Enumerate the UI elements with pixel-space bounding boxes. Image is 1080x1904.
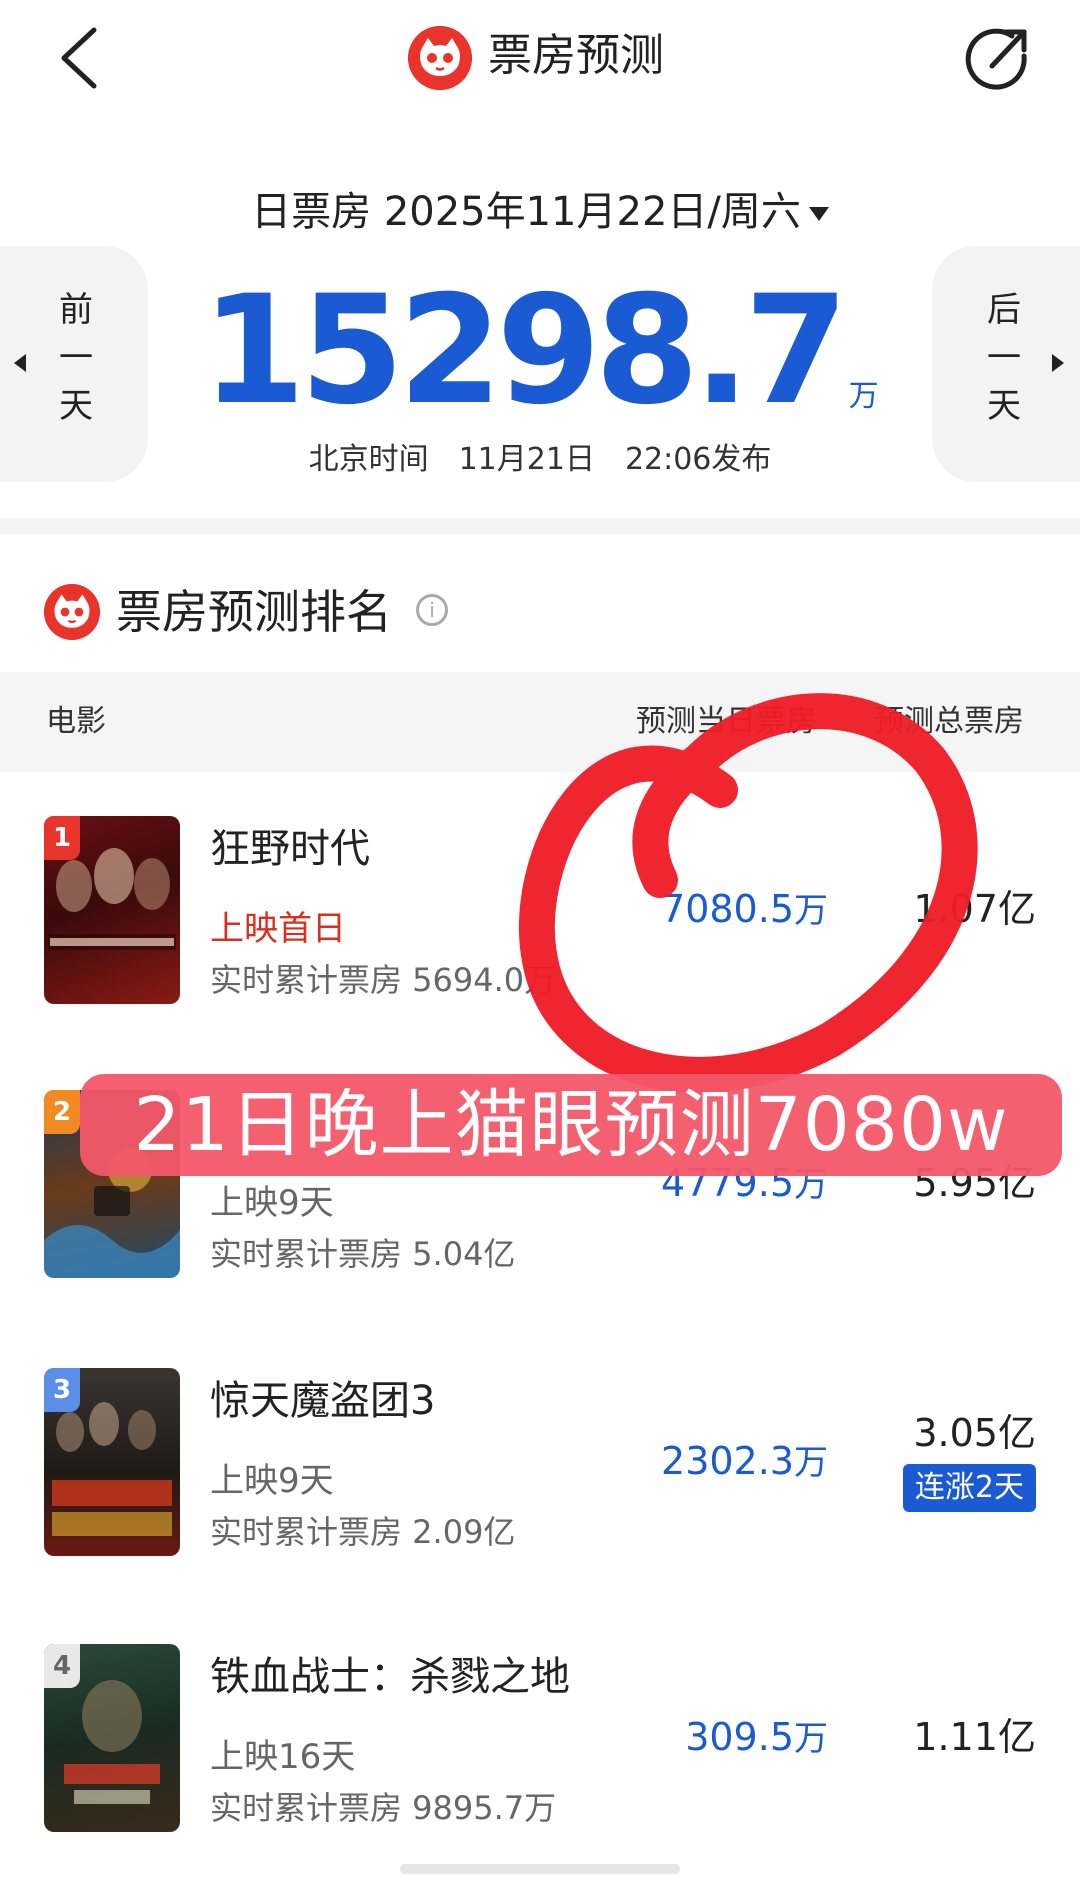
trend-tag: 连涨2天 <box>902 1464 1036 1512</box>
movie-title: 铁血战士：杀戮之地 <box>210 1654 570 1700</box>
movie-title: 惊天魔盗团3 <box>210 1378 436 1424</box>
predicted-box-office: 15298.7 万 <box>0 266 1080 436</box>
annotation-banner: 21日晚上猫眼预测7080w <box>80 1074 1062 1176</box>
table-header: 电影 预测当日票房 预测总票房 <box>0 672 1080 772</box>
rank-badge: 1 <box>44 816 80 860</box>
section-divider <box>0 518 1080 534</box>
predicted-day-box-office: 2302.3万 <box>661 1436 828 1488</box>
movie-row[interactable]: 1 狂野时代 上映首日 实时累计票房 5694.0万 7080.5万 1.07亿 <box>0 816 1080 1076</box>
home-indicator <box>400 1864 680 1874</box>
movie-poster: 3 <box>44 1368 180 1556</box>
predicted-total-box-office: 1.11亿 <box>913 1715 1036 1759</box>
ranking-title: 票房预测排名 <box>116 585 392 639</box>
rank-badge: 2 <box>44 1090 80 1134</box>
cumulative-box-office: 实时累计票房 9895.7万 <box>210 1789 557 1827</box>
release-status: 上映首日 <box>210 909 346 949</box>
predicted-day-unit: 万 <box>794 1719 828 1759</box>
predicted-total-box-office: 3.05亿 <box>913 1411 1036 1455</box>
release-status: 上映9天 <box>210 1183 334 1223</box>
predicted-day-unit: 万 <box>794 1443 828 1483</box>
back-icon[interactable] <box>50 22 110 94</box>
predicted-day-box-office: 309.5万 <box>685 1712 828 1764</box>
page-title: 票房预测 <box>488 30 664 81</box>
predicted-total-box-office: 1.07亿 <box>913 887 1036 931</box>
caret-down-icon <box>808 207 829 221</box>
maoyan-logo-icon <box>44 584 100 640</box>
release-status: 上映16天 <box>210 1737 356 1777</box>
predicted-day-unit: 万 <box>794 891 828 931</box>
info-icon[interactable]: i <box>416 594 448 626</box>
cumulative-box-office: 实时累计票房 2.09亿 <box>210 1513 516 1551</box>
maoyan-logo-icon <box>408 26 472 90</box>
movie-poster: 4 <box>44 1644 180 1832</box>
predicted-day-box-office: 7080.5万 <box>661 884 828 936</box>
movie-title: 狂野时代 <box>210 826 370 872</box>
movie-row[interactable]: 3 惊天魔盗团3 上映9天 实时累计票房 2.09亿 2302.3万 3.05亿… <box>0 1368 1080 1628</box>
column-predicted-day: 预测当日票房 <box>636 704 816 739</box>
cumulative-box-office: 实时累计票房 5694.0万 <box>210 961 557 999</box>
box-office-unit: 万 <box>848 379 879 414</box>
release-status: 上映9天 <box>210 1461 334 1501</box>
predicted-day-value: 7080.5 <box>661 887 794 931</box>
predicted-day-value: 2302.3 <box>661 1439 794 1483</box>
publish-time: 北京时间 11月21日 22:06发布 <box>308 442 772 477</box>
share-icon[interactable] <box>962 22 1034 94</box>
daily-box-office-label: 日票房 <box>251 189 372 235</box>
column-movie: 电影 <box>46 704 106 739</box>
date-selector[interactable]: 日票房 2025年11月22日/周六 <box>0 186 1080 238</box>
movie-poster: 1 <box>44 816 180 1004</box>
selected-date: 2025年11月22日/周六 <box>383 189 801 235</box>
cumulative-box-office: 实时累计票房 5.04亿 <box>210 1235 516 1273</box>
predicted-day-value: 309.5 <box>685 1715 794 1759</box>
column-predicted-total: 预测总票房 <box>874 704 1024 739</box>
rank-badge: 4 <box>44 1644 80 1688</box>
rank-badge: 3 <box>44 1368 80 1412</box>
box-office-value: 15298.7 <box>201 264 848 438</box>
